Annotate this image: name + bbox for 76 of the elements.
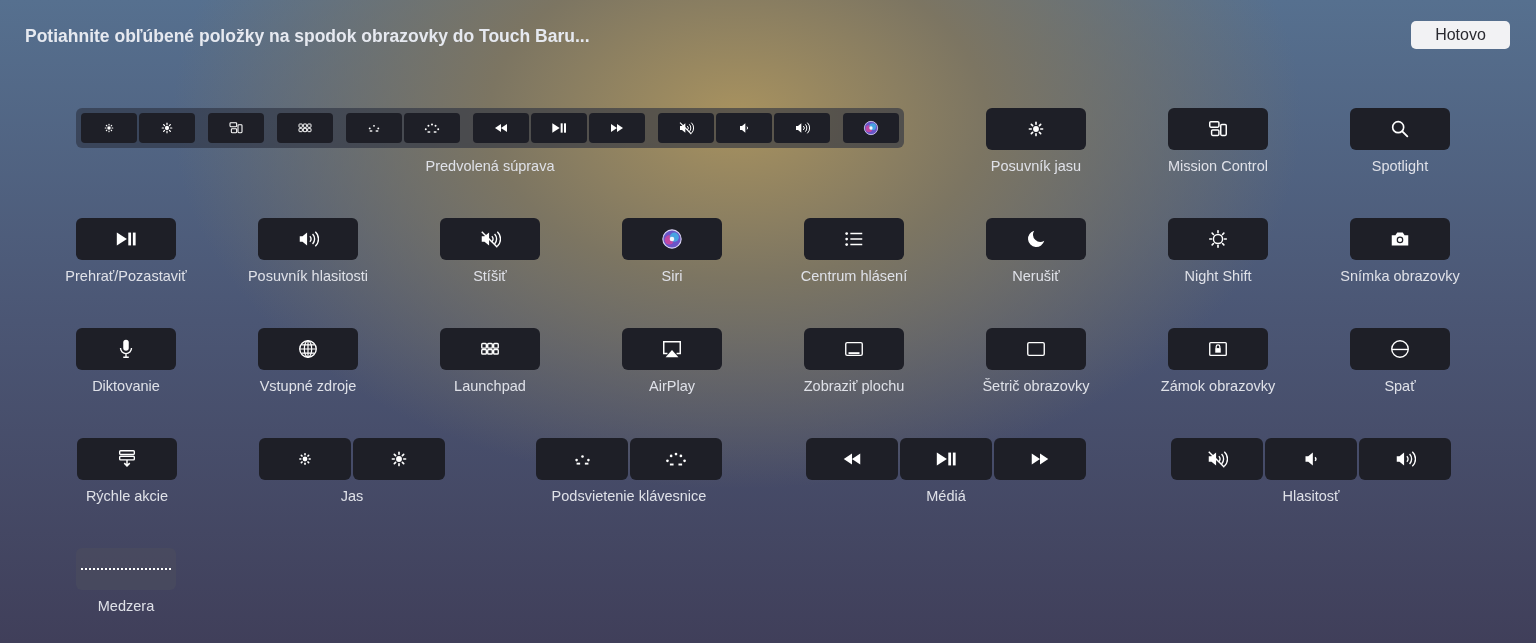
item-label: Diktovanie	[92, 377, 160, 395]
item-label: Zobraziť plochu	[803, 377, 905, 395]
touch-bar-key[interactable]	[806, 438, 898, 480]
sun-icon	[159, 120, 175, 136]
item-label: Predvolená súprava	[425, 157, 555, 175]
item-label: Zámok obrazovky	[1160, 377, 1276, 395]
item-label: Médiá	[926, 487, 966, 505]
touch-bar-key[interactable]	[77, 438, 177, 480]
instruction-title: Potiahnite obľúbené položky na spodok obrazovky do Touch Baru...	[25, 25, 590, 48]
item-label: Nerušiť	[1012, 267, 1060, 285]
item-label: Night Shift	[1184, 267, 1252, 285]
muted-speaker-icon	[678, 120, 694, 136]
touch-bar-key[interactable]	[473, 113, 529, 143]
touch-bar-key[interactable]	[440, 218, 540, 260]
item-label: Centrum hlásení	[800, 267, 908, 285]
item-label: Stíšiť	[473, 267, 507, 285]
touch-bar-key[interactable]	[622, 218, 722, 260]
touch-bar-key[interactable]	[589, 113, 645, 143]
item-label: Snímka obrazovky	[1340, 267, 1460, 285]
orb-icon	[863, 120, 879, 136]
item-label: Siri	[661, 267, 683, 285]
dotted-line-icon	[81, 568, 171, 570]
item-label: Launchpad	[454, 377, 526, 395]
item-label: Spať	[1384, 377, 1416, 395]
item-label: Prehrať/Pozastaviť	[65, 267, 187, 285]
item-label: Medzera	[97, 597, 155, 615]
item-label: Posuvník jasu	[990, 157, 1082, 175]
item-label: Mission Control	[1168, 157, 1268, 175]
touch-bar-key[interactable]	[1171, 438, 1263, 480]
moon-icon	[1025, 228, 1047, 250]
touch-bar-key[interactable]	[531, 113, 587, 143]
dotted-arc-icon	[424, 122, 440, 134]
muted-speaker-icon	[479, 228, 501, 250]
item-label: Hlasitosť	[1282, 487, 1340, 505]
item-label: Spotlight	[1371, 157, 1429, 175]
touch-bar-key[interactable]	[658, 113, 714, 143]
item-label: Rýchle akcie	[85, 487, 169, 505]
touch-bar-key[interactable]	[1359, 438, 1451, 480]
item-label: Podsvietenie klávesnice	[551, 487, 707, 505]
touch-bar-key[interactable]	[440, 328, 540, 370]
touch-bar-key[interactable]	[622, 328, 722, 370]
item-label: Šetrič obrazovky	[982, 377, 1090, 395]
search-icon	[1389, 118, 1411, 140]
play-pause-icon	[551, 120, 567, 136]
speaker-icon	[1394, 448, 1416, 470]
screen-triangle-icon	[661, 338, 683, 360]
touch-bar-key[interactable]	[76, 328, 176, 370]
touch-bar-key[interactable]	[986, 218, 1086, 260]
windows-icon	[228, 120, 244, 136]
sun-moon-icon	[1207, 228, 1229, 250]
item-label: Jas	[340, 487, 364, 505]
done-button[interactable]: Hotovo	[1411, 21, 1510, 49]
item-label: AirPlay	[649, 377, 695, 395]
item-label: Posuvník hlasitosti	[247, 267, 369, 285]
speaker-icon	[794, 120, 810, 136]
touch-bar-key[interactable]	[1168, 328, 1268, 370]
touch-bar-key[interactable]	[258, 328, 358, 370]
item-label: Vstupné zdroje	[259, 377, 357, 395]
touch-bar-key[interactable]	[843, 113, 899, 143]
touch-bar-key[interactable]	[76, 548, 176, 590]
orb-icon	[661, 228, 683, 250]
speaker-icon	[297, 228, 319, 250]
touch-bar-key[interactable]	[208, 113, 264, 143]
touch-bar-key[interactable]	[1168, 108, 1268, 150]
touch-bar-key[interactable]	[258, 218, 358, 260]
dotted-arc-icon	[368, 123, 380, 133]
dotted-arc-icon	[665, 451, 687, 467]
touch-bar-key[interactable]	[774, 113, 830, 143]
touch-bar-key[interactable]	[1350, 218, 1450, 260]
touch-bar-key[interactable]	[277, 113, 333, 143]
touch-bar-key[interactable]	[900, 438, 992, 480]
dotted-arc-icon	[573, 452, 591, 466]
muted-speaker-icon	[1206, 448, 1228, 470]
touch-bar-key[interactable]	[76, 218, 176, 260]
globe-icon	[297, 338, 319, 360]
touch-bar-key[interactable]	[994, 438, 1086, 480]
